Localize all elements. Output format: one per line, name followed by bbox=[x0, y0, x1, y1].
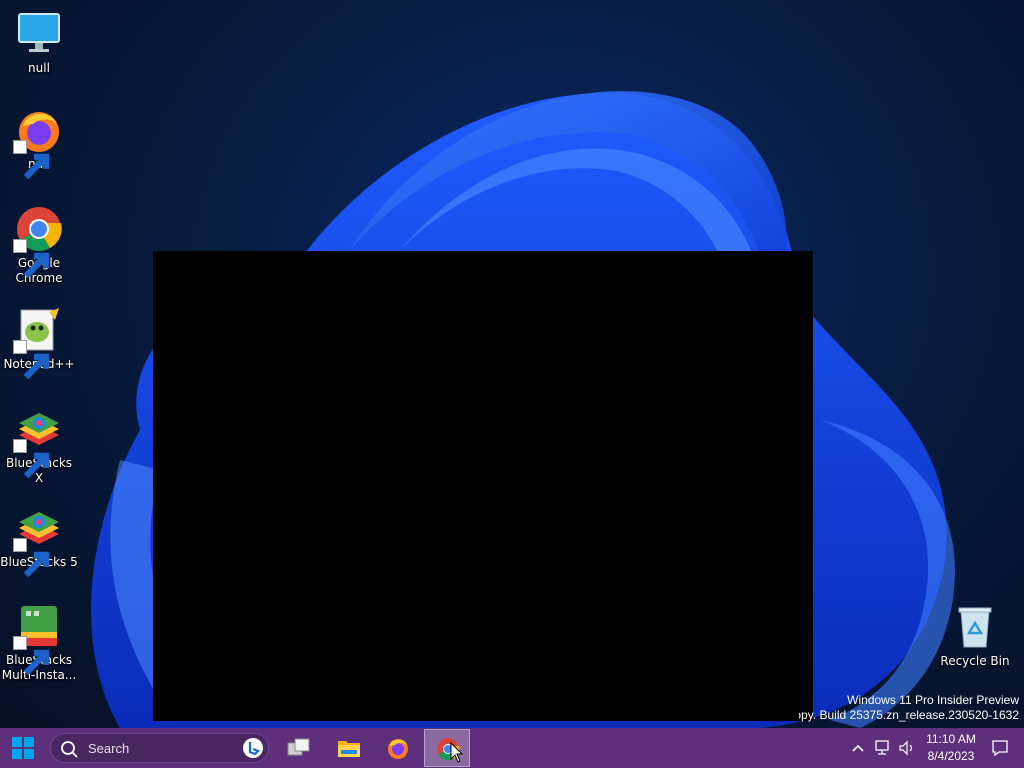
mouse-cursor-icon bbox=[450, 742, 464, 763]
taskbar-search-box[interactable]: Search bbox=[50, 733, 269, 763]
blank-window[interactable] bbox=[153, 251, 813, 721]
desktop-icon-recycle-bin[interactable]: Recycle Bin bbox=[936, 603, 1014, 669]
search-icon bbox=[61, 741, 78, 758]
desktop-icon-bluestacks-x[interactable]: BlueStacks X bbox=[0, 405, 78, 486]
desktop-icon-google-chrome[interactable]: Google Chrome bbox=[0, 205, 78, 286]
notepadpp-icon bbox=[13, 306, 63, 380]
chrome-icon bbox=[13, 205, 63, 279]
taskbar-clock[interactable]: 11:10 AM 8/4/2023 bbox=[920, 731, 982, 765]
network-tray-button[interactable] bbox=[874, 738, 892, 762]
volume-tray-button[interactable] bbox=[898, 738, 916, 762]
show-hidden-icons-button[interactable] bbox=[851, 738, 865, 762]
desktop-icon-label: Recycle Bin bbox=[940, 654, 1010, 668]
notification-icon bbox=[992, 740, 1008, 757]
bluestacks-x-icon bbox=[13, 405, 63, 479]
shortcut-arrow-icon bbox=[13, 140, 50, 180]
shortcut-arrow-icon bbox=[13, 239, 50, 279]
taskbar-task-view[interactable] bbox=[276, 729, 322, 767]
desktop-icon-bluestacks-5[interactable]: BlueStacks 5 bbox=[0, 504, 78, 578]
taskbar-firefox[interactable] bbox=[375, 729, 421, 767]
taskbar: Search 11:10 AM 8/4/2023 bbox=[0, 728, 1024, 768]
bing-icon[interactable] bbox=[243, 738, 263, 758]
taskbar-file-explorer[interactable] bbox=[326, 729, 372, 767]
chevron-up-icon bbox=[852, 744, 864, 752]
monitor-icon bbox=[15, 10, 63, 58]
windows-logo-icon bbox=[12, 737, 34, 759]
desktop-icon-label: null bbox=[28, 61, 50, 75]
desktop-icon-notepad-plus-plus[interactable]: Notepad++ bbox=[0, 306, 78, 380]
shortcut-arrow-icon bbox=[13, 439, 50, 479]
notification-center-button[interactable] bbox=[990, 738, 1010, 762]
bluestacks-multi-icon bbox=[13, 602, 63, 676]
watermark-build: Evaluation copy. Build 25375.zn_release.… bbox=[799, 708, 1019, 722]
start-button[interactable] bbox=[0, 728, 46, 768]
desktop-icon-firefox[interactable]: null bbox=[0, 106, 78, 180]
bluestacks-5-icon bbox=[13, 504, 63, 578]
desktop-icon-this-pc[interactable]: null bbox=[0, 10, 78, 76]
shortcut-arrow-icon bbox=[13, 636, 50, 676]
recycle-bin-icon bbox=[951, 603, 999, 651]
search-placeholder: Search bbox=[88, 741, 130, 756]
shortcut-arrow-icon bbox=[13, 340, 50, 380]
watermark-edition: Windows 11 Pro Insider Preview bbox=[847, 693, 1019, 707]
shortcut-arrow-icon bbox=[13, 538, 50, 578]
windows-watermark: Windows 11 Pro Insider Preview Evaluatio… bbox=[799, 693, 1019, 723]
firefox-icon bbox=[13, 106, 63, 180]
folder-icon bbox=[338, 741, 360, 757]
task-view-icon bbox=[287, 738, 310, 756]
desktop-icon-bluestacks-multi-instance[interactable]: BlueStacks Multi-Insta... bbox=[0, 602, 78, 683]
clock-date: 8/4/2023 bbox=[927, 749, 975, 763]
network-icon bbox=[875, 740, 889, 755]
firefox-icon bbox=[388, 739, 408, 759]
speaker-icon bbox=[899, 740, 913, 756]
clock-time: 11:10 AM bbox=[926, 732, 976, 746]
